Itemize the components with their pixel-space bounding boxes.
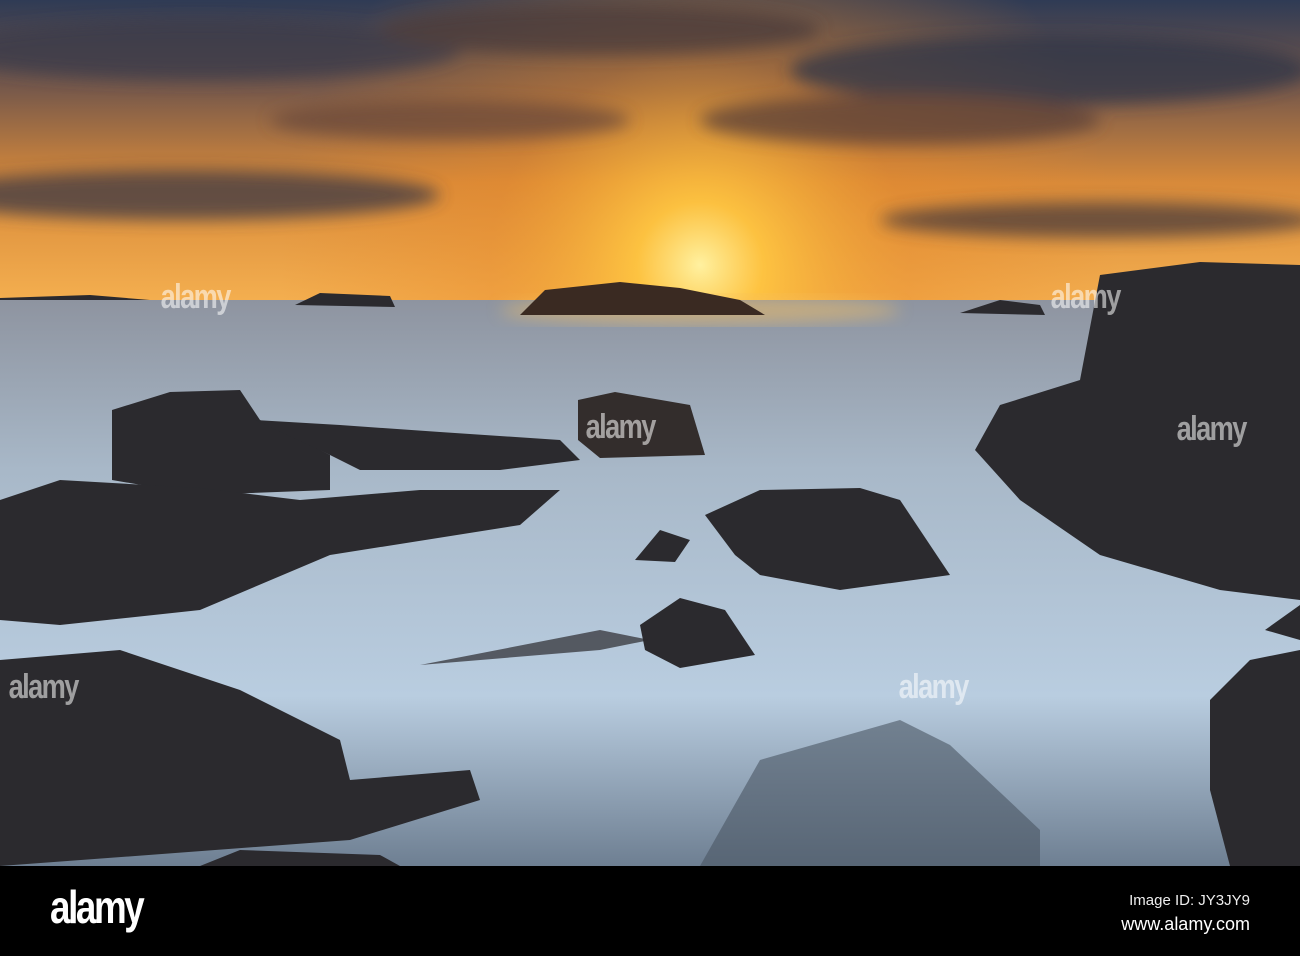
watermark: alamy [160,278,232,316]
alamy-logo: alamy [50,881,145,933]
website-url: www.alamy.com [1121,914,1250,934]
watermark: alamy [1176,410,1248,448]
watermark: alamy [898,668,970,706]
watermark: alamy [1050,278,1122,316]
image-id: Image ID: JY3JY9 [1129,892,1250,909]
footer-bar: alamy Image ID: JY3JY9 www.alamy.com [0,866,1300,956]
watermark: alamy [585,408,657,446]
stock-photo: alamy alamy alamy alamy alamy alamy alam… [0,0,1300,956]
watermark: alamy [8,668,80,706]
